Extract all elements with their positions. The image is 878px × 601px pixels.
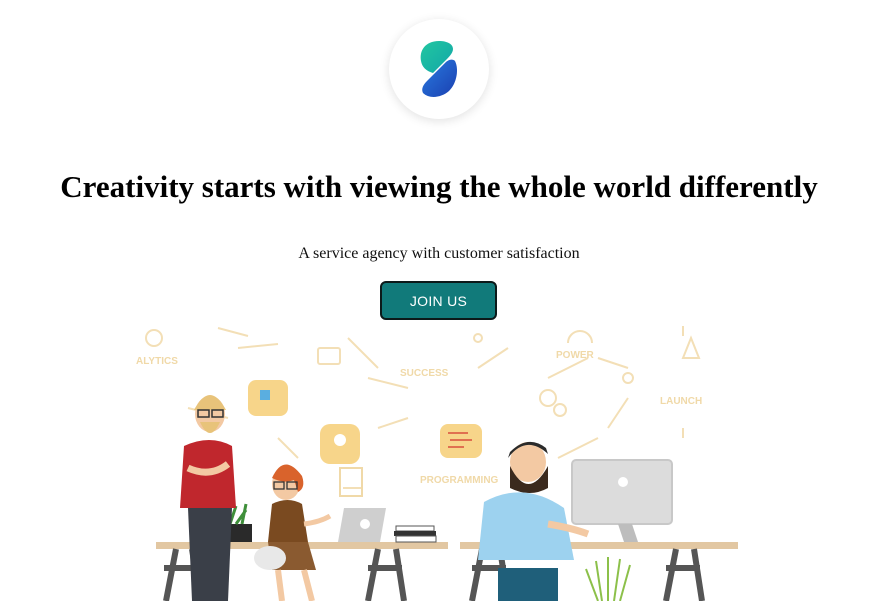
grass-icon <box>585 557 631 601</box>
logo-badge[interactable] <box>389 19 489 119</box>
monitor-icon <box>571 459 673 542</box>
landing-page: Creativity starts with viewing the whole… <box>0 0 878 601</box>
team-illustration: ALYTICS SUCCESS POWER LAUNCH PROGRAMMING <box>136 326 738 601</box>
launch-word: LAUNCH <box>660 396 702 407</box>
join-us-button[interactable]: JOIN US <box>380 281 497 320</box>
success-word: SUCCESS <box>400 368 449 379</box>
page-subtitle: A service agency with customer satisfact… <box>298 245 580 262</box>
page-title: Creativity starts with viewing the whole… <box>60 169 818 204</box>
power-word: POWER <box>556 350 595 361</box>
woman-with-laptop <box>254 464 386 601</box>
programming-word: PROGRAMMING <box>420 475 499 486</box>
analytics-word: ALYTICS <box>136 356 178 367</box>
books-icon <box>394 525 437 543</box>
s-mark-icon <box>420 41 457 97</box>
